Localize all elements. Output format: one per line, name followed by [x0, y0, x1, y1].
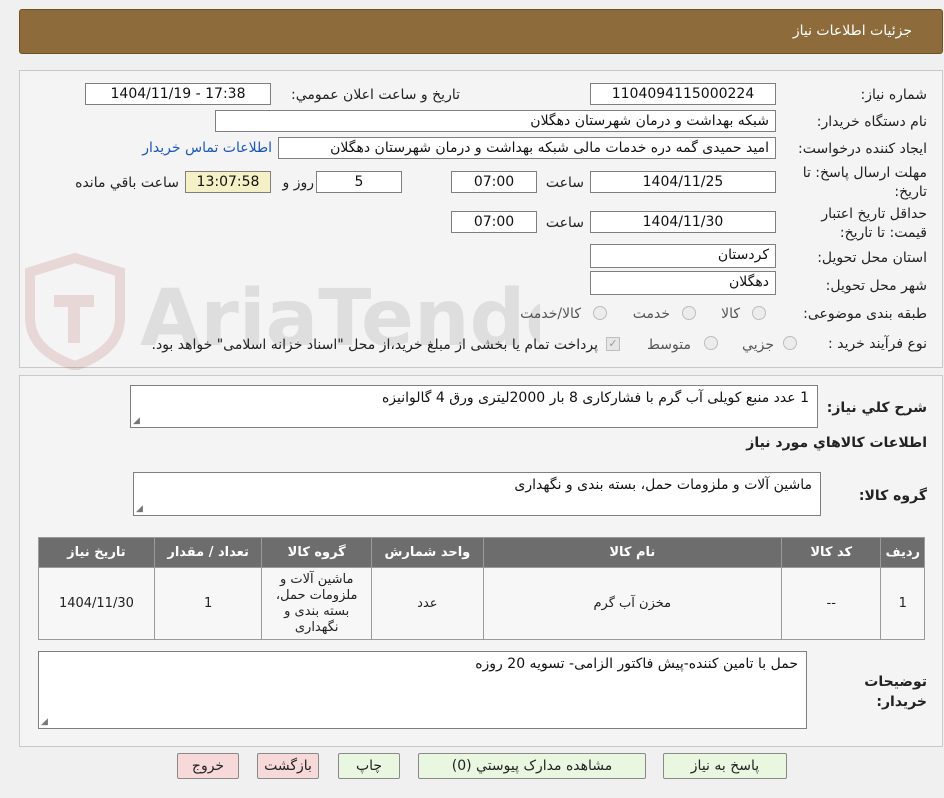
cell-code: -- — [780, 567, 882, 640]
category-label: طبقه بندی موضوعی: — [803, 306, 927, 322]
process-minor-label: جزیي — [742, 337, 774, 353]
validity-time-label: ساعت — [545, 215, 584, 231]
process-label: نوع فرآيند خريد : — [828, 336, 927, 352]
city-label: شهر محل تحويل: — [825, 278, 927, 294]
deadline-time-label: ساعت — [545, 175, 584, 191]
buyer-field: شبکه بهداشت و درمان شهرستان دهگلان — [215, 110, 776, 132]
col-header-unit: واحد شمارش — [371, 537, 484, 568]
col-header-row-no: رديف — [880, 537, 925, 568]
buyer-contact-link[interactable]: اطلاعات تماس خريدار — [142, 140, 272, 156]
remaining-time-field: 13:07:58 — [185, 171, 271, 193]
cell-need-date: 1404/11/30 — [38, 567, 155, 640]
buyer-notes-label: توضيحات خريدار: — [864, 674, 927, 710]
validity-date-field: 1404/11/30 — [590, 211, 776, 233]
process-medium-label: متوسط — [647, 337, 691, 353]
province-label: استان محل تحويل: — [817, 250, 927, 266]
col-header-name: نام کالا — [482, 537, 782, 568]
process-minor-radio[interactable] — [783, 336, 797, 350]
category-goods-service-radio[interactable] — [593, 306, 607, 320]
table-row: 1 -- مخزن آب گرم عدد ماشین آلات و ملزوما… — [38, 567, 925, 640]
items-table: رديف کد کالا نام کالا واحد شمارش گروه کا… — [38, 537, 925, 640]
days-field: 5 — [316, 171, 402, 193]
cell-unit: عدد — [371, 567, 484, 640]
need-number-field: 1104094115000224 — [590, 83, 776, 105]
cell-row-no: 1 — [880, 567, 925, 640]
deadline-date-field: 1404/11/25 — [590, 171, 776, 193]
creator-field: امید حمیدی گمه دره خدمات مالی شبکه بهداش… — [278, 137, 776, 159]
category-goods-label: کالا — [721, 306, 740, 322]
announce-label: تاریخ و ساعت اعلان عمومي: — [291, 87, 460, 103]
back-button[interactable]: بازگشت — [257, 753, 319, 779]
items-table-header-row: رديف کد کالا نام کالا واحد شمارش گروه کا… — [38, 537, 925, 568]
resize-handle-icon: ◢ — [133, 416, 140, 426]
announce-field: 1404/11/19 - 17:38 — [85, 83, 271, 105]
col-header-code: کد کالا — [780, 537, 882, 568]
cell-group: ماشین آلات و ملزومات حمل، بسته بندی و نگ… — [261, 567, 373, 640]
goods-info-heading: اطلاعات کالاهاي مورد نياز — [746, 435, 927, 451]
page-title: جزئیات اطلاعات نیاز — [792, 23, 912, 39]
validity-label: حداقل تاريخ اعتبار قيمت: تا تاريخ: — [821, 206, 927, 241]
deadline-time-field: 07:00 — [451, 171, 537, 193]
days-label: روز و — [282, 175, 315, 191]
category-goods-service-label: کالا/خدمت — [520, 306, 581, 322]
buyer-notes-field: حمل با تامین کننده-پیش فاکتور الزامی- تس… — [38, 651, 807, 729]
remaining-label: ساعت باقي مانده — [75, 175, 179, 191]
summary-label: شرح کلي نياز: — [826, 400, 927, 416]
deadline-label: مهلت ارسال پاسخ: تا تاريخ: — [802, 165, 927, 200]
treasury-checkbox[interactable]: ✓ — [606, 337, 620, 351]
validity-time-field: 07:00 — [451, 211, 537, 233]
buyer-notes-text: حمل با تامین کننده-پیش فاکتور الزامی- تس… — [475, 656, 798, 672]
summary-field: 1 عدد منبع کویلی آب گرم با فشارکاری 8 با… — [130, 385, 818, 428]
process-medium-radio[interactable] — [704, 336, 718, 350]
category-goods-radio[interactable] — [752, 306, 766, 320]
goods-group-text: ماشین آلات و ملزومات حمل، بسته بندی و نگ… — [514, 477, 812, 493]
print-button[interactable]: چاپ — [338, 753, 400, 779]
resize-handle-icon: ◢ — [136, 504, 143, 514]
col-header-group: گروه کالا — [261, 537, 373, 568]
category-service-radio[interactable] — [682, 306, 696, 320]
col-header-need-date: تاريخ نياز — [38, 537, 155, 568]
creator-label: ايجاد کننده درخواست: — [798, 141, 927, 157]
category-service-label: خدمت — [632, 306, 670, 322]
buyer-label: نام دستگاه خريدار: — [816, 114, 927, 130]
reply-button[interactable]: پاسخ به نياز — [663, 753, 787, 779]
cell-quantity: 1 — [153, 567, 263, 640]
cell-name: مخزن آب گرم — [482, 567, 782, 640]
payment-note: پرداخت تمام يا بخشی از مبلغ خريد،از محل … — [151, 337, 598, 353]
goods-group-field: ماشین آلات و ملزومات حمل، بسته بندی و نگ… — [133, 472, 821, 516]
province-field: کردستان — [590, 244, 776, 268]
resize-handle-icon: ◢ — [41, 717, 48, 727]
city-field: دهگلان — [590, 271, 776, 295]
goods-group-label: گروه کالا: — [858, 488, 927, 504]
summary-text: 1 عدد منبع کویلی آب گرم با فشارکاری 8 با… — [381, 390, 809, 406]
need-number-label: شماره نیاز: — [860, 87, 928, 103]
attachments-button[interactable]: مشاهده مدارک پيوستي (0) — [418, 753, 646, 779]
exit-button[interactable]: خروج — [177, 753, 239, 779]
col-header-quantity: تعداد / مقدار — [153, 537, 263, 568]
page-header: جزئیات اطلاعات نیاز — [19, 9, 943, 54]
